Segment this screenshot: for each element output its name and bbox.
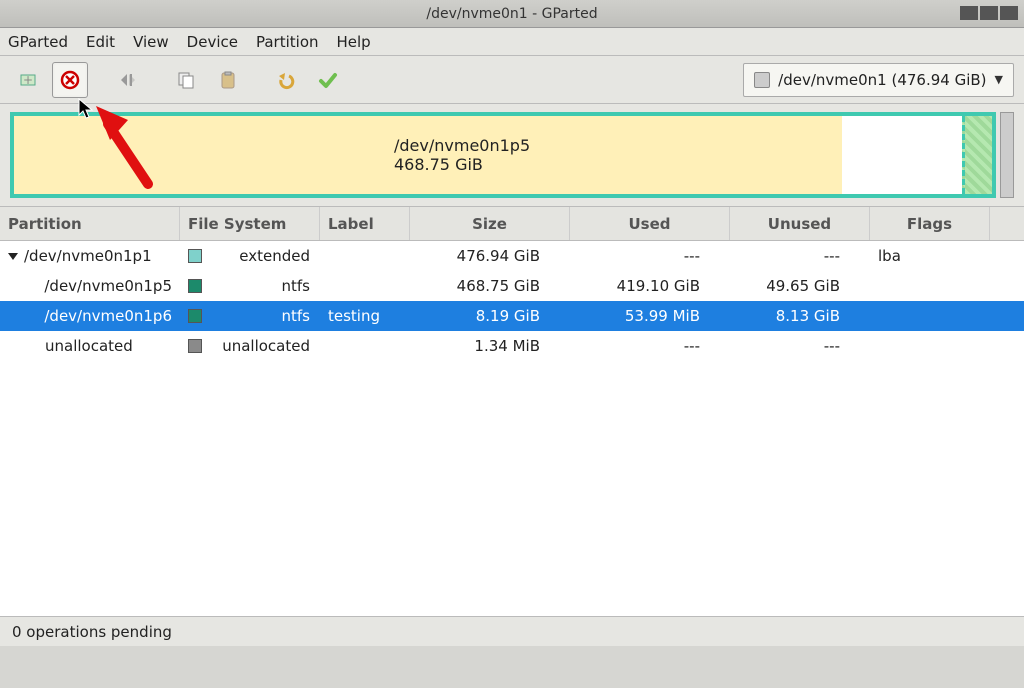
filesystem-swatch-icon [188, 249, 202, 263]
partition-used: 53.99 MiB [570, 307, 730, 325]
menu-gparted[interactable]: GParted [8, 33, 68, 51]
device-selector[interactable]: /dev/nvme0n1 (476.94 GiB) ▼ [743, 63, 1014, 97]
partition-used: --- [570, 247, 730, 265]
menu-partition[interactable]: Partition [256, 33, 319, 51]
minimize-button[interactable] [960, 6, 978, 20]
delete-partition-button[interactable] [52, 62, 88, 98]
close-button[interactable] [1000, 6, 1018, 20]
partition-visual-free[interactable] [842, 116, 962, 194]
table-row[interactable]: /dev/nvme0n1p1extended476.94 GiB------lb… [0, 241, 1024, 271]
partition-used: 419.10 GiB [570, 277, 730, 295]
filesystem-swatch-icon [188, 309, 202, 323]
col-unused[interactable]: Unused [730, 207, 870, 240]
filesystem-swatch-icon [188, 279, 202, 293]
col-size[interactable]: Size [410, 207, 570, 240]
partition-size: 476.94 GiB [410, 247, 570, 265]
partition-visual-small[interactable] [962, 116, 992, 194]
partition-size: 468.75 GiB [410, 277, 570, 295]
partition-unused: --- [730, 247, 870, 265]
chevron-down-icon: ▼ [995, 73, 1003, 86]
apply-button[interactable] [310, 62, 346, 98]
maximize-button[interactable] [980, 6, 998, 20]
statusbar: 0 operations pending [0, 616, 1024, 646]
filesystem-name: extended [216, 247, 310, 265]
partition-visual-main[interactable]: /dev/nvme0n1p5 468.75 GiB [14, 116, 842, 194]
menu-help[interactable]: Help [337, 33, 371, 51]
filesystem-swatch-icon [188, 339, 202, 353]
menu-device[interactable]: Device [187, 33, 238, 51]
partition-visual-name: /dev/nvme0n1p5 [394, 136, 842, 155]
partition-unused: 8.13 GiB [730, 307, 870, 325]
window-buttons [960, 6, 1018, 20]
partition-size: 1.34 MiB [410, 337, 570, 355]
filesystem-name: ntfs [216, 307, 310, 325]
partition-flags: lba [870, 247, 990, 265]
col-partition[interactable]: Partition [0, 207, 180, 240]
partition-name: unallocated [45, 337, 133, 355]
menu-view[interactable]: View [133, 33, 169, 51]
col-filesystem[interactable]: File System [180, 207, 320, 240]
table-row[interactable]: /dev/nvme0n1p6 ntfs testing8.19 GiB53.99 M… [0, 301, 1024, 331]
menubar: GParted Edit View Device Partition Help [0, 28, 1024, 56]
filesystem-name: ntfs [216, 277, 310, 295]
partition-name: /dev/nvme0n1p1 [24, 247, 152, 265]
partition-unused: --- [730, 337, 870, 355]
window-title: /dev/nvme0n1 - GParted [426, 6, 597, 22]
device-selector-label: /dev/nvme0n1 (476.94 GiB) [778, 71, 986, 89]
resize-move-button[interactable] [110, 62, 146, 98]
expander-icon[interactable] [8, 253, 18, 260]
paste-button[interactable] [210, 62, 246, 98]
partition-table: Partition File System Label Size Used Un… [0, 206, 1024, 616]
partition-visual[interactable]: /dev/nvme0n1p5 468.75 GiB [10, 112, 996, 198]
filesystem-name: unallocated [216, 337, 310, 355]
copy-button[interactable] [168, 62, 204, 98]
partition-label: testing [320, 307, 410, 325]
partition-name: /dev/nvme0n1p5 [44, 277, 172, 295]
disk-scrollbar[interactable] [1000, 112, 1014, 198]
titlebar: /dev/nvme0n1 - GParted [0, 0, 1024, 28]
col-flags[interactable]: Flags [870, 207, 990, 240]
partition-name: /dev/nvme0n1p6 [44, 307, 172, 325]
toolbar: + /dev/nvme0n1 (476.94 GiB) ▼ [0, 56, 1024, 104]
undo-button[interactable] [268, 62, 304, 98]
disk-icon [754, 72, 770, 88]
partition-used: --- [570, 337, 730, 355]
table-header: Partition File System Label Size Used Un… [0, 207, 1024, 241]
col-label[interactable]: Label [320, 207, 410, 240]
table-row[interactable]: /dev/nvme0n1p5 ntfs 468.75 GiB419.10 GiB49… [0, 271, 1024, 301]
table-row[interactable]: unallocatedunallocated1.34 MiB------ [0, 331, 1024, 361]
new-partition-button[interactable]: + [10, 62, 46, 98]
partition-visual-size: 468.75 GiB [394, 155, 842, 174]
partition-unused: 49.65 GiB [730, 277, 870, 295]
menu-edit[interactable]: Edit [86, 33, 115, 51]
svg-text:+: + [23, 73, 33, 87]
disk-usage-bar: /dev/nvme0n1p5 468.75 GiB [0, 104, 1024, 206]
col-used[interactable]: Used [570, 207, 730, 240]
status-text: 0 operations pending [12, 623, 172, 641]
partition-size: 8.19 GiB [410, 307, 570, 325]
